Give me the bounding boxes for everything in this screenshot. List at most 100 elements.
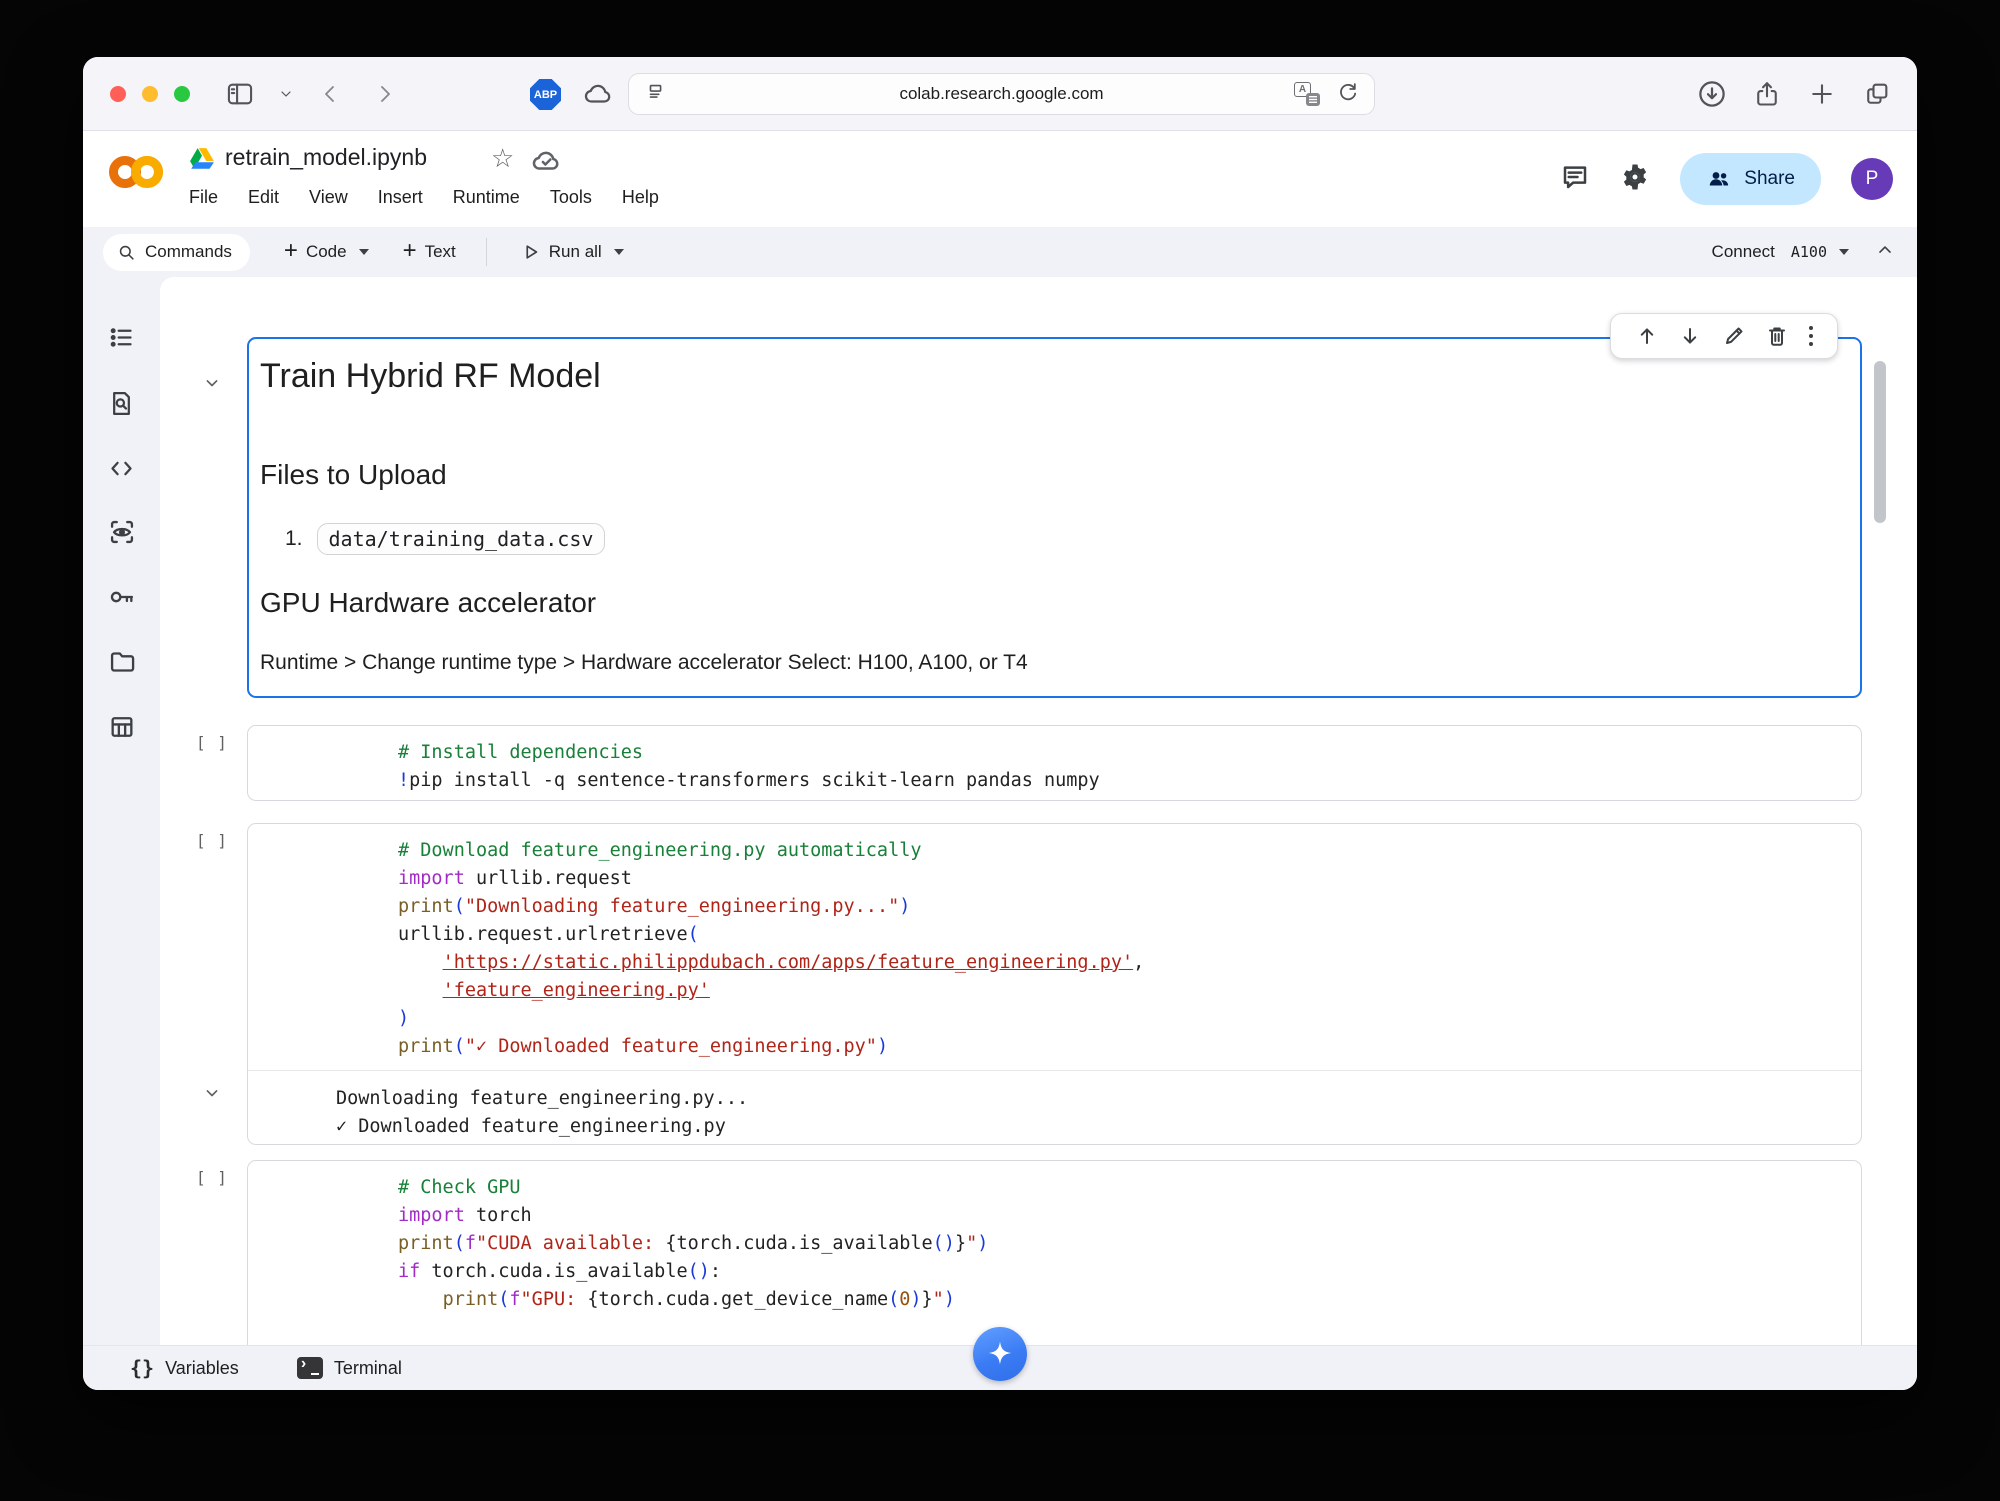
delete-cell-icon[interactable] (1765, 324, 1789, 348)
reload-icon[interactable] (1336, 80, 1360, 109)
md-heading-gpu: GPU Hardware accelerator (260, 587, 597, 618)
toolbar-divider (485, 238, 487, 266)
terminal-icon (296, 1355, 323, 1379)
browser-chrome: ABP colab.research.google.com A (83, 57, 1917, 131)
commands-button[interactable]: Commands (103, 233, 250, 271)
new-tab-icon[interactable] (1807, 79, 1837, 109)
menu-help[interactable]: Help (622, 187, 659, 208)
share-button[interactable]: Share (1680, 153, 1821, 205)
md-list-item: 1. data/training_data.csv (285, 523, 606, 555)
cloud-extension-icon[interactable] (583, 79, 613, 109)
md-runtime-note: Runtime > Change runtime type > Hardware… (260, 651, 1028, 674)
move-cell-down-icon[interactable] (1678, 324, 1702, 348)
sidebar-toggle-icon[interactable] (225, 79, 255, 109)
notebook-toolbar: Commands + Code + Text Run all Connect A… (83, 227, 1917, 277)
add-code-dropdown-caret[interactable] (358, 249, 369, 255)
file-path-chip: data/training_data.csv (316, 523, 606, 555)
variables-label: Variables (165, 1357, 239, 1378)
md-heading-files: Files to Upload (260, 459, 447, 490)
code-cell-download[interactable]: # Download feature_engineering.py automa… (247, 823, 1862, 1145)
left-sidebar (83, 277, 160, 1345)
code-editor[interactable]: # Download feature_engineering.py automa… (248, 824, 1861, 1070)
run-cell-gutter[interactable]: [ ] (196, 733, 228, 752)
scan-eye-icon[interactable] (107, 517, 137, 547)
code-snippets-icon[interactable] (107, 453, 137, 483)
code-editor[interactable]: # Check GPU import torch print(f"CUDA avai… (248, 1161, 1861, 1323)
data-table-icon[interactable] (107, 712, 137, 742)
menu-runtime[interactable]: Runtime (453, 187, 520, 208)
star-icon[interactable]: ☆ (491, 143, 514, 174)
run-all-button[interactable]: Run all (521, 242, 602, 262)
braces-icon: {} (130, 1356, 155, 1380)
notebook-title[interactable]: retrain_model.ipynb (225, 144, 427, 171)
bottom-bar: {} Variables Terminal (83, 1327, 1917, 1390)
collapse-output-chevron[interactable] (202, 1083, 224, 1105)
zoom-window-button[interactable] (174, 86, 190, 102)
people-icon (1710, 172, 1729, 186)
adblock-extension-icon[interactable]: ABP (530, 79, 561, 110)
menu-bar: File Edit View Insert Runtime Tools Help (189, 187, 659, 208)
minimize-window-button[interactable] (142, 86, 158, 102)
move-cell-up-icon[interactable] (1635, 324, 1659, 348)
connect-button[interactable]: Connect (1712, 242, 1775, 262)
account-avatar[interactable]: P (1851, 158, 1893, 200)
close-window-button[interactable] (110, 86, 126, 102)
cloud-saved-icon (531, 146, 561, 181)
url-text: colab.research.google.com (899, 84, 1104, 103)
collapse-header-chevron[interactable] (1875, 240, 1895, 265)
download-icon[interactable] (1697, 79, 1727, 109)
back-button[interactable] (315, 79, 345, 109)
search-icon (119, 245, 134, 260)
notebook-canvas: Train Hybrid RF Model Files to Upload 1.… (160, 277, 1917, 1345)
find-replace-icon[interactable] (107, 388, 137, 418)
chevron-down-icon[interactable] (271, 79, 301, 109)
variables-button[interactable]: {} Variables (130, 1356, 239, 1380)
edit-cell-icon[interactable] (1722, 324, 1746, 348)
code-editor[interactable]: # Install dependencies !pip install -q se… (248, 726, 1861, 804)
markdown-cell[interactable]: Train Hybrid RF Model Files to Upload 1.… (247, 337, 1862, 698)
cell-output: Downloading feature_engineering.py... ✓ D… (336, 1088, 749, 1137)
terminal-button[interactable]: Terminal (296, 1355, 402, 1379)
md-heading-1: Train Hybrid RF Model (260, 357, 601, 395)
files-folder-icon[interactable] (107, 647, 137, 677)
code-cell-install[interactable]: # Install dependencies !pip install -q se… (247, 725, 1862, 801)
gemini-spark-icon (988, 1341, 1012, 1365)
comments-icon[interactable] (1560, 162, 1590, 197)
menu-tools[interactable]: Tools (550, 187, 592, 208)
collapse-section-chevron[interactable] (202, 373, 224, 395)
commands-label: Commands (145, 242, 232, 261)
run-cell-gutter[interactable]: [ ] (196, 1168, 228, 1187)
menu-edit[interactable]: Edit (248, 187, 279, 208)
scrollbar-thumb[interactable] (1874, 361, 1886, 523)
accelerator-badge: A100 (1790, 243, 1827, 261)
url-bar[interactable]: colab.research.google.com A (628, 73, 1375, 115)
table-of-contents-icon[interactable] (107, 322, 137, 352)
desktop-background: ABP colab.research.google.com A retrain_… (0, 0, 2000, 1501)
translate-icon[interactable]: A (1294, 82, 1320, 106)
connect-dropdown-caret[interactable] (1839, 249, 1849, 255)
browser-window: ABP colab.research.google.com A retrain_… (83, 57, 1917, 1390)
menu-file[interactable]: File (189, 187, 218, 208)
menu-view[interactable]: View (309, 187, 348, 208)
tab-overview-icon[interactable] (1862, 79, 1892, 109)
add-code-button[interactable]: + Code (284, 239, 347, 263)
terminal-label: Terminal (333, 1357, 402, 1378)
run-cell-gutter[interactable]: [ ] (196, 831, 228, 850)
add-code-label: Code (305, 242, 347, 261)
forward-button[interactable] (370, 79, 400, 109)
settings-gear-icon[interactable] (1620, 162, 1650, 197)
more-cell-actions-icon[interactable] (1808, 325, 1814, 347)
menu-insert[interactable]: Insert (378, 187, 423, 208)
google-drive-icon (189, 147, 215, 176)
share-page-icon[interactable] (1752, 79, 1782, 109)
add-text-button[interactable]: + Text (403, 239, 456, 263)
secrets-key-icon[interactable] (107, 582, 137, 612)
cell-toolbar (1610, 313, 1838, 359)
gemini-assistant-button[interactable] (973, 1327, 1027, 1381)
code-cell-gpu[interactable]: # Check GPU import torch print(f"CUDA avai… (247, 1160, 1862, 1345)
run-all-dropdown-caret[interactable] (613, 249, 624, 255)
list-number: 1. (285, 527, 303, 550)
colab-logo[interactable] (109, 153, 163, 196)
share-label: Share (1744, 168, 1795, 189)
colab-header: retrain_model.ipynb ☆ File Edit View Ins… (83, 131, 1917, 227)
